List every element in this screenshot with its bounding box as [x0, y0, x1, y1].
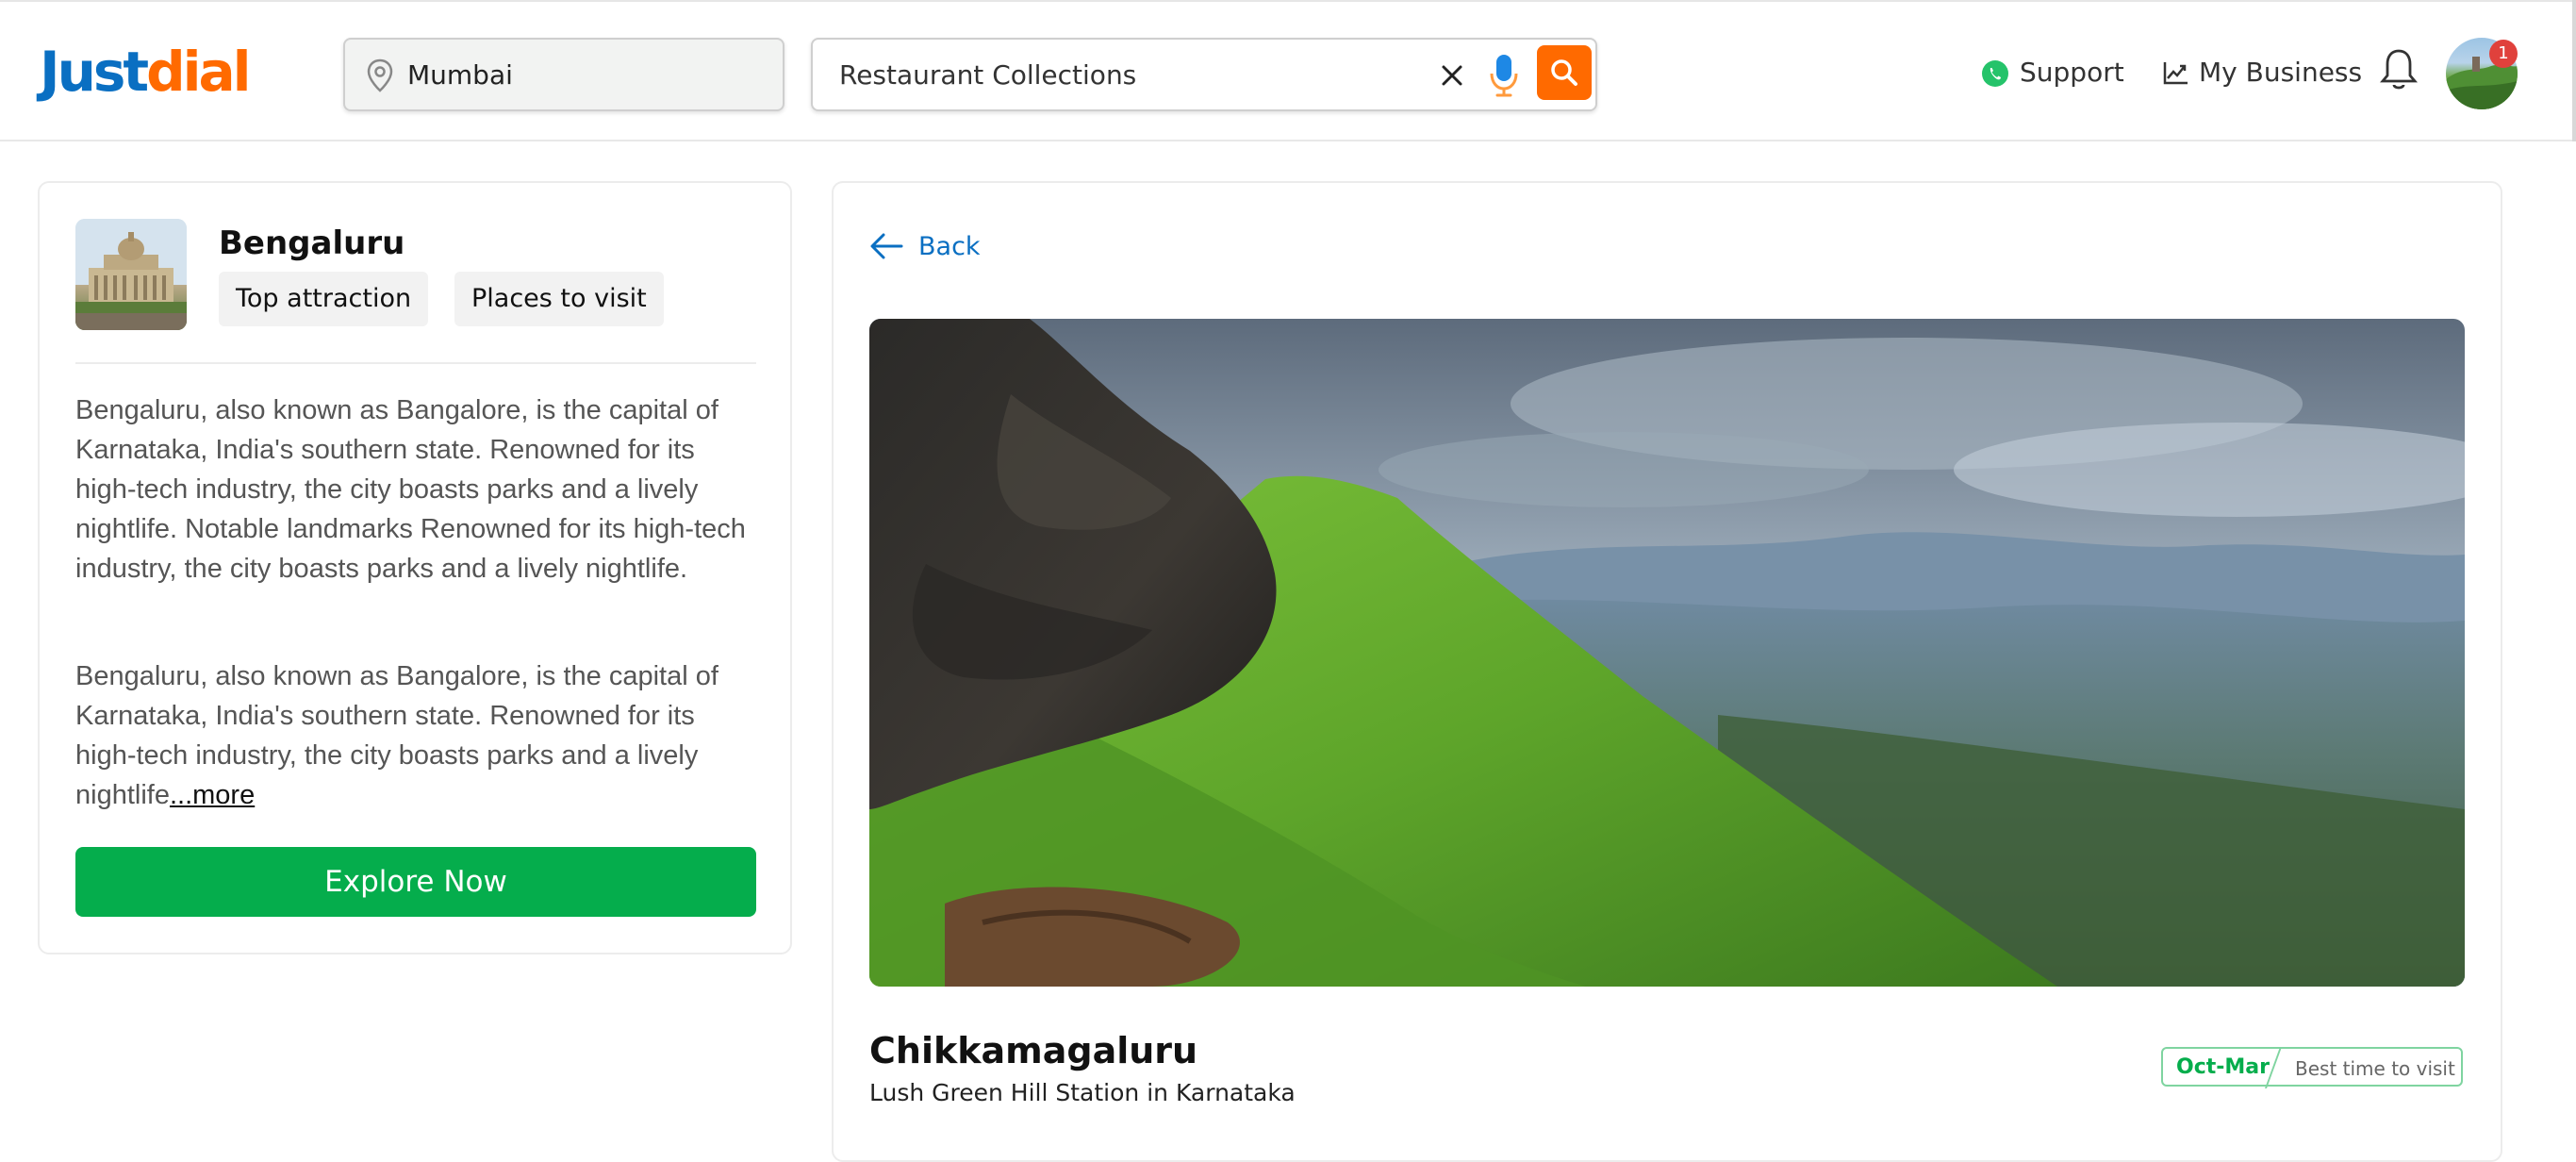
city-description-2: Bengaluru, also known as Bangalore, is t… [75, 661, 718, 810]
location-value: Mumbai [407, 59, 513, 91]
explore-now-button[interactable]: Explore Now [75, 847, 756, 917]
place-hero-image [869, 319, 2465, 987]
best-time-value: Oct-Mar [2176, 1055, 2270, 1079]
city-info-card: Bengaluru Top attraction Places to visit… [38, 181, 792, 954]
scrollbar[interactable] [2572, 0, 2576, 141]
search-query-text: Restaurant Collections [839, 59, 1137, 91]
notification-bell-icon[interactable] [2380, 47, 2418, 92]
chip-places-to-visit[interactable]: Places to visit [454, 272, 664, 326]
justdial-logo[interactable]: Justdial [40, 40, 252, 104]
search-input[interactable]: Restaurant Collections [811, 38, 1597, 111]
search-icon [1551, 59, 1577, 86]
chip-top-attraction[interactable]: Top attraction [219, 272, 429, 326]
notification-badge: 1 [2489, 40, 2518, 68]
close-icon[interactable] [1435, 58, 1469, 92]
place-title: Chikkamagaluru [869, 1030, 1198, 1071]
place-subtitle: Lush Green Hill Station in Karnataka [869, 1079, 1296, 1106]
city-thumbnail [75, 219, 187, 330]
city-description-1: Bengaluru, also known as Bangalore, is t… [75, 395, 746, 584]
top-header: Justdial Mumbai Restaurant Collections S… [0, 0, 2576, 141]
trending-chart-icon [2163, 62, 2188, 85]
best-time-label: Best time to visit [2295, 1057, 2455, 1080]
location-input[interactable]: Mumbai [343, 38, 784, 111]
place-detail-panel: Back Chikkamagaluru Lush Green Hill Stat… [832, 181, 2502, 1162]
whatsapp-icon [1982, 60, 2008, 87]
arrow-left-icon [870, 233, 903, 259]
location-pin-icon [367, 58, 393, 92]
search-button[interactable] [1537, 45, 1592, 100]
city-name: Bengaluru [219, 224, 405, 262]
best-time-badge: Oct-Mar Best time to visit [2161, 1047, 2463, 1088]
microphone-icon[interactable] [1488, 53, 1520, 98]
divider [75, 362, 756, 364]
read-more-link[interactable]: ...more [170, 780, 255, 810]
